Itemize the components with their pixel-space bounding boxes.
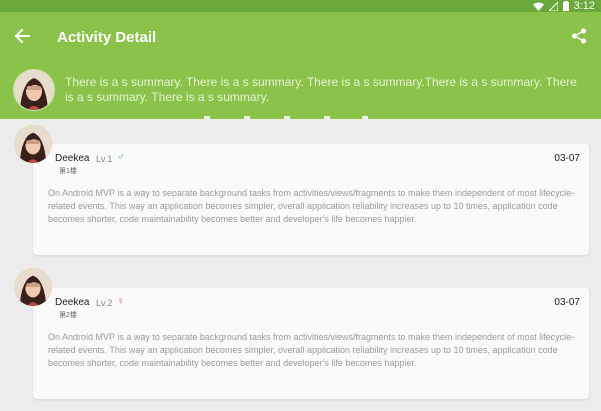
status-time: 3:12 [573,0,595,12]
comment-card[interactable]: Deekea Lv.1 ♂ 第1楼 03-07 On Android MVP i… [33,144,589,255]
comment-content: On Android MVP is a way to separate back… [48,188,575,224]
tab-indicator [204,116,210,119]
status-bar: 3:12 [0,0,601,12]
arrow-back-icon [14,28,30,49]
comment-author[interactable]: Deekea [55,296,89,309]
app-header: Activity Detail There is a s summary. Th… [0,12,601,119]
tab-indicator [284,116,290,119]
floor-number: 第1楼 [59,168,77,175]
tab-indicator [362,116,368,119]
share-icon [571,28,587,49]
wifi-icon [532,2,544,11]
tab-indicators [200,116,370,119]
summary-text: There is a s summary. There is a s summa… [65,75,577,104]
tab-indicator [244,116,250,119]
comment-content: On Android MVP is a way to separate back… [48,332,575,368]
tab-indicator [324,116,330,119]
comment-card[interactable]: Deekea Lv.2 ♀ 第2楼 03-07 On Android MVP i… [33,288,589,399]
comment-date: 03-07 [554,153,580,164]
user-level: Lv.1 [96,154,113,164]
comment-avatar[interactable] [14,125,52,163]
toolbar: Activity Detail [0,12,601,64]
back-button[interactable] [8,24,36,52]
comment-avatar[interactable] [14,268,52,306]
comment-author[interactable]: Deekea [55,152,89,165]
status-icons: 3:12 [532,0,595,12]
floor-number: 第2楼 [59,312,77,319]
gender-male-icon: ♂ [117,152,125,163]
signal-icon [548,1,558,11]
gender-female-icon: ♀ [117,296,125,307]
header-avatar[interactable] [13,69,55,111]
share-button[interactable] [565,24,593,52]
battery-icon [562,1,569,11]
comment-date: 03-07 [554,297,580,308]
user-level: Lv.2 [96,298,113,308]
page-title: Activity Detail [57,29,157,46]
